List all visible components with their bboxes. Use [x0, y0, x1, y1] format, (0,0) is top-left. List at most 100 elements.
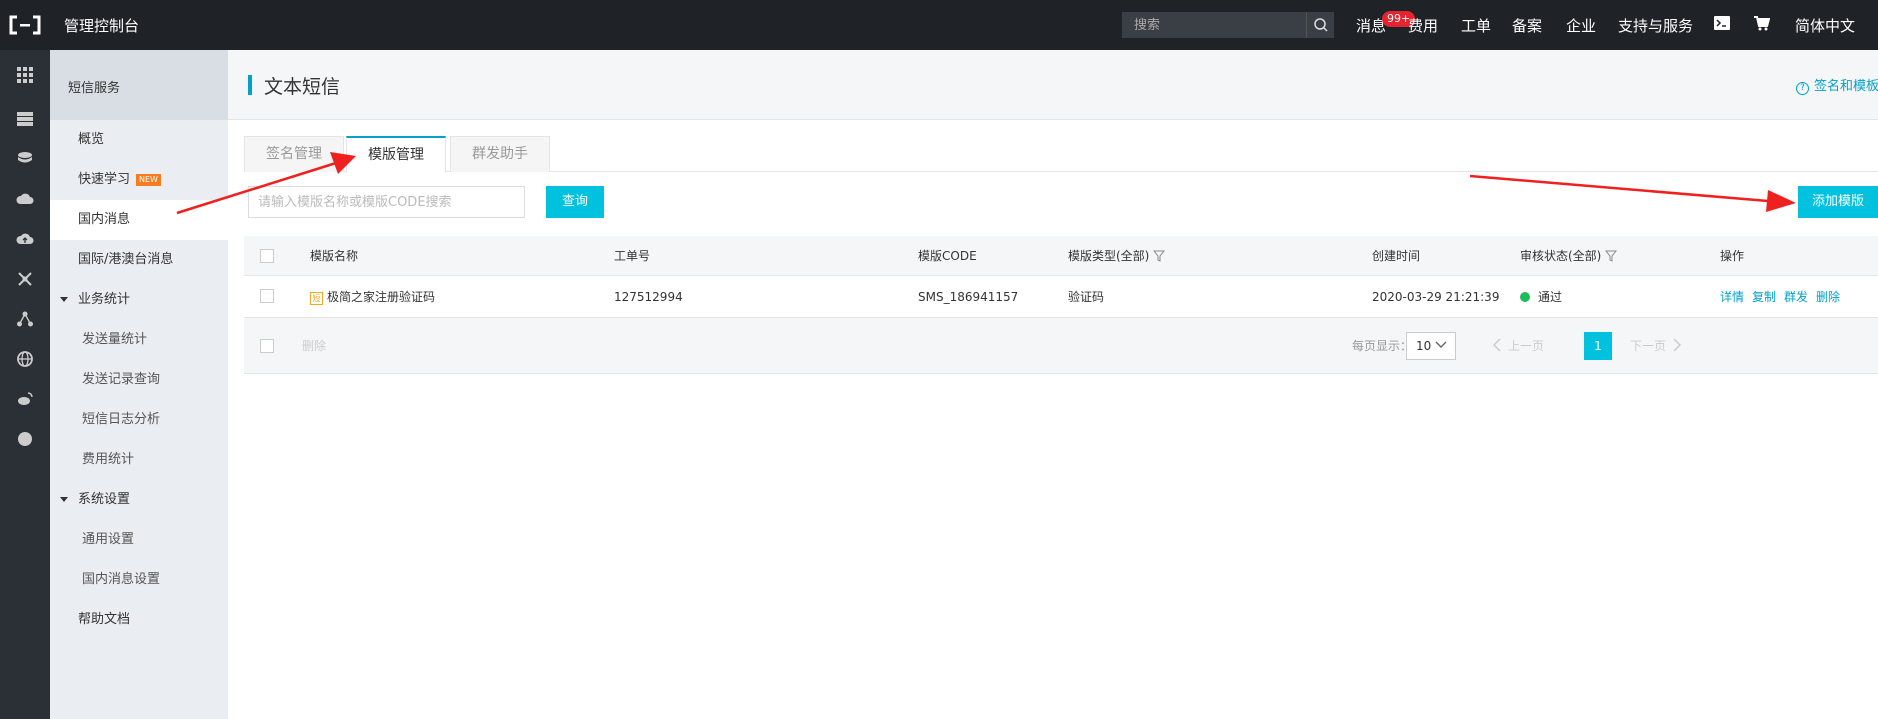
sidebar-item-label: 国际/港澳台消息	[78, 252, 174, 267]
sidebar-item-label: 费用统计	[82, 452, 135, 467]
nav-enterprise[interactable]: 企业	[1566, 15, 1596, 36]
next-page-label: 下一页	[1630, 339, 1667, 353]
terminal-icon[interactable]	[1714, 16, 1730, 34]
header-template-name: 模版名称	[310, 249, 359, 263]
nav-support[interactable]: 支持与服务	[1618, 15, 1693, 36]
query-button[interactable]: 查询	[546, 186, 604, 218]
op-details-link[interactable]: 详情	[1720, 290, 1744, 304]
op-bulk-send-link[interactable]: 群发	[1784, 290, 1808, 304]
search-icon[interactable]	[1306, 12, 1334, 38]
database-icon[interactable]	[16, 150, 34, 168]
header-operations: 操作	[1720, 249, 1745, 263]
cloud-upload-icon[interactable]	[16, 230, 34, 248]
product-icon-rail	[0, 50, 50, 719]
header-template-type-label: 模版类型(全部)	[1068, 249, 1150, 263]
new-badge: NEW	[136, 174, 161, 186]
op-delete-link[interactable]: 删除	[1816, 290, 1840, 304]
tab-bar: 签名管理 模版管理 群发助手	[244, 136, 1878, 173]
tab-bulk-send[interactable]: 群发助手	[450, 136, 550, 172]
per-page-select[interactable]: 10	[1406, 332, 1456, 360]
footer-select-all-checkbox[interactable]	[260, 339, 274, 353]
header-template-code: 模版CODE	[918, 249, 977, 263]
header-ticket-no: 工单号	[614, 249, 651, 263]
help-link-label: 签名和模板	[1814, 79, 1878, 94]
review-status: 通过	[1520, 276, 1562, 318]
table-footer: 删除 每页显示： 10 上一页 1 下一页	[244, 318, 1878, 374]
header-template-type[interactable]: 模版类型(全部)	[1068, 236, 1166, 276]
status-ok-icon	[1520, 292, 1530, 302]
ticket-no: 127512994	[614, 290, 683, 304]
help-link[interactable]: ? 签名和模板	[1796, 75, 1878, 95]
tab-template[interactable]: 模版管理	[346, 136, 446, 173]
network-icon[interactable]	[16, 270, 34, 288]
nav-tickets[interactable]: 工单	[1461, 15, 1491, 36]
grid-menu-icon[interactable]	[16, 66, 34, 84]
aliyun-logo-icon[interactable]	[8, 14, 42, 36]
template-name-cell: 短极简之家注册验证码	[310, 276, 435, 318]
caret-down-icon	[60, 297, 68, 302]
page-header: 文本短信 ? 签名和模板	[228, 50, 1878, 120]
row-checkbox[interactable]	[260, 289, 274, 303]
created-time: 2020-03-29 21:21:39	[1372, 290, 1500, 304]
nav-fees[interactable]: 费用	[1408, 15, 1438, 36]
table-row: 短极简之家注册验证码 127512994 SMS_186941157 验证码 2…	[244, 276, 1878, 318]
header-review-status[interactable]: 审核状态(全部)	[1520, 236, 1618, 276]
cart-icon[interactable]	[1754, 16, 1771, 35]
caret-down-icon	[60, 497, 68, 502]
circle-icon[interactable]	[16, 430, 34, 448]
cloud-icon[interactable]	[16, 190, 34, 208]
sidebar-item-label: 发送量统计	[82, 332, 148, 347]
sidebar-item-international-messages[interactable]: 国际/港澳台消息	[50, 240, 228, 280]
add-template-button[interactable]: 添加模版	[1798, 186, 1878, 218]
sidebar-item-send-volume[interactable]: 发送量统计	[50, 320, 228, 360]
nav-language[interactable]: 简体中文	[1795, 15, 1855, 36]
top-bar: 管理控制台 消息 99+ 费用 工单 备案 企业 支持与服务 简体中文	[0, 0, 1878, 50]
nav-filing[interactable]: 备案	[1512, 15, 1542, 36]
console-title[interactable]: 管理控制台	[64, 15, 139, 36]
next-page-button[interactable]: 下一页	[1630, 332, 1690, 360]
template-search-input[interactable]	[248, 186, 525, 218]
op-copy-link[interactable]: 复制	[1752, 290, 1776, 304]
sidebar-group-business-stats[interactable]: 业务统计	[50, 280, 228, 320]
select-all-checkbox[interactable]	[260, 249, 274, 263]
header-created-time: 创建时间	[1372, 249, 1421, 263]
prev-page-button[interactable]: 上一页	[1492, 332, 1548, 360]
page-number-current[interactable]: 1	[1584, 332, 1612, 360]
review-status-label: 通过	[1538, 290, 1563, 304]
globe-icon[interactable]	[16, 350, 34, 368]
global-search	[1122, 12, 1334, 38]
chevron-right-icon	[1673, 338, 1682, 352]
sidebar-item-domestic-messages[interactable]: 国内消息	[50, 200, 228, 240]
global-search-input[interactable]	[1122, 12, 1306, 38]
nodes-icon[interactable]	[16, 310, 34, 328]
question-icon: ?	[1796, 82, 1809, 95]
weibo-icon[interactable]	[16, 390, 34, 408]
sidebar-item-overview[interactable]: 概览	[50, 120, 228, 160]
sidebar-item-domestic-settings[interactable]: 国内消息设置	[50, 560, 228, 600]
sidebar-header: 短信服务	[50, 50, 228, 120]
filter-icon[interactable]	[1605, 250, 1618, 262]
sidebar-group-system-settings[interactable]: 系统设置	[50, 480, 228, 520]
batch-delete-button[interactable]: 删除	[302, 337, 326, 354]
sidebar-item-label: 发送记录查询	[82, 372, 161, 387]
sidebar-group-label: 业务统计	[78, 292, 131, 307]
chevron-left-icon	[1492, 338, 1501, 352]
tab-signature[interactable]: 签名管理	[244, 136, 344, 172]
header-review-status-label: 审核状态(全部)	[1520, 249, 1602, 263]
sidebar-item-help-docs[interactable]: 帮助文档	[50, 600, 228, 640]
filter-icon[interactable]	[1153, 250, 1166, 262]
sidebar-item-quick-learn[interactable]: 快速学习 NEW	[50, 160, 228, 200]
sidebar-group-label: 系统设置	[78, 492, 131, 507]
sidebar-item-general-settings[interactable]: 通用设置	[50, 520, 228, 560]
sidebar-item-send-records[interactable]: 发送记录查询	[50, 360, 228, 400]
sidebar-item-log-analysis[interactable]: 短信日志分析	[50, 400, 228, 440]
template-table: 模版名称 工单号 模版CODE 模版类型(全部) 创建时间 审核状态(全部) 操…	[244, 236, 1878, 374]
main-content: 文本短信 ? 签名和模板 签名管理 模版管理 群发助手 查询 添加模版 模版名称 …	[228, 50, 1878, 719]
template-code: SMS_186941157	[918, 290, 1019, 304]
sidebar-item-label: 通用设置	[82, 532, 135, 547]
sidebar-item-label: 帮助文档	[78, 612, 131, 627]
server-icon[interactable]	[16, 110, 34, 128]
sidebar-item-fee-stats[interactable]: 费用统计	[50, 440, 228, 480]
sidebar-item-label: 快速学习	[78, 172, 131, 187]
per-page-value: 10	[1416, 339, 1432, 353]
